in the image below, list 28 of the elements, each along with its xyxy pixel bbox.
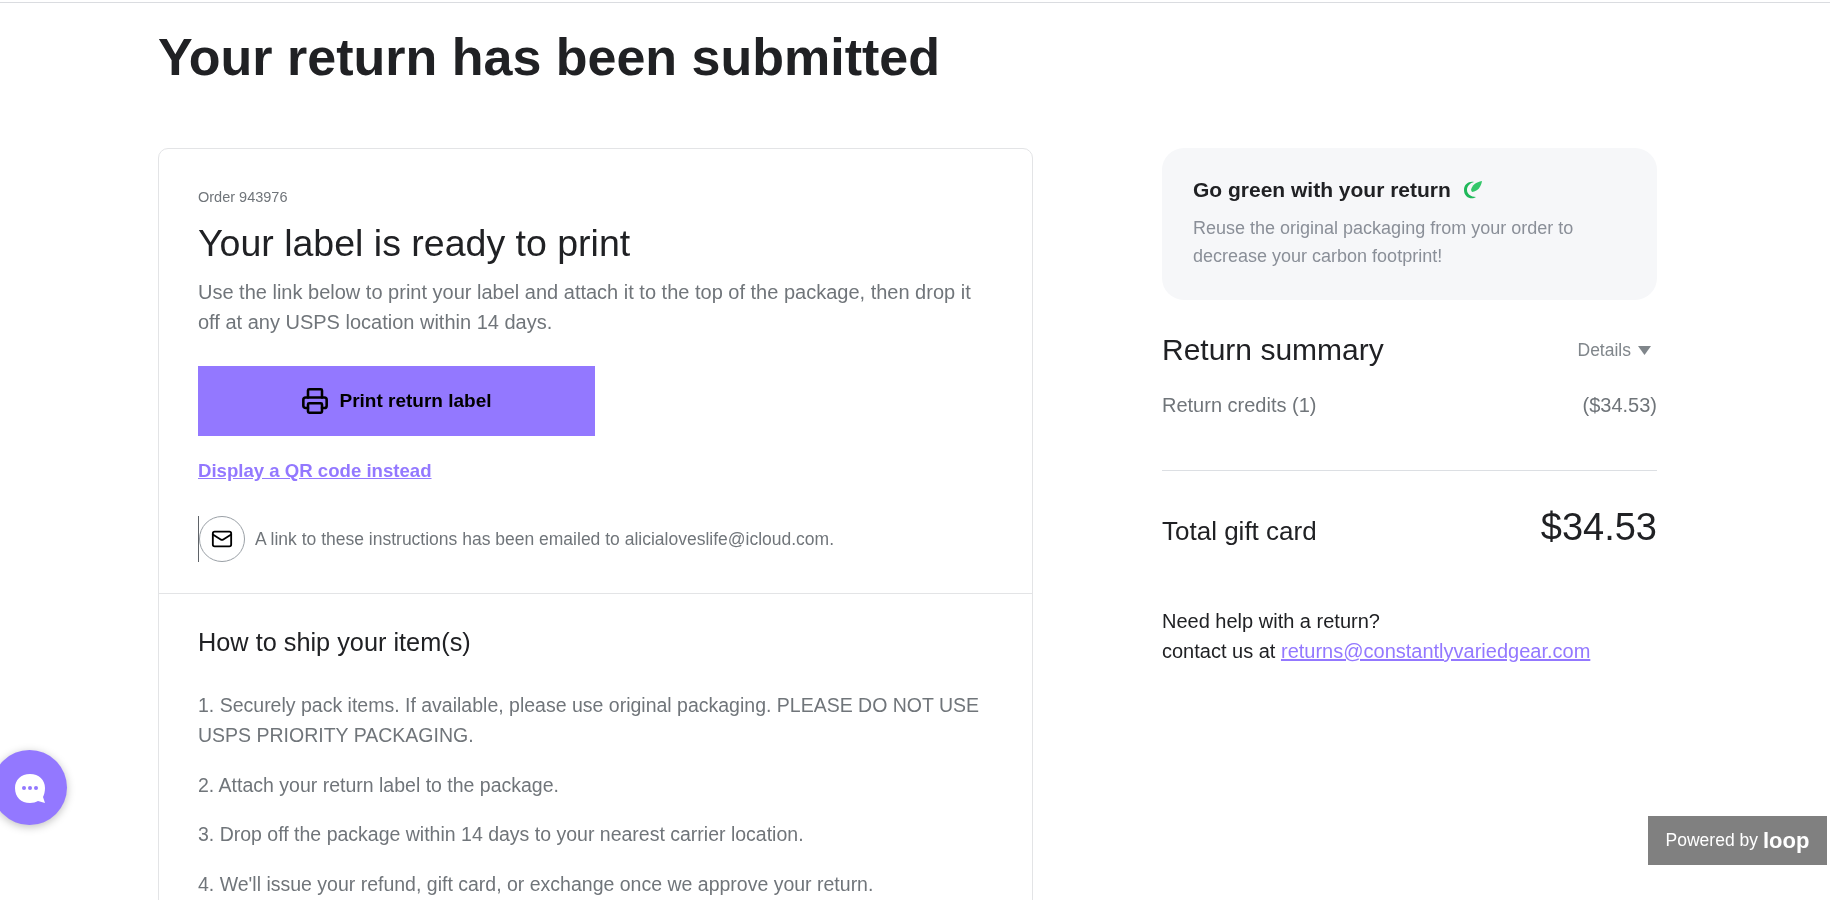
summary-line-amount: ($34.53) xyxy=(1582,393,1657,418)
total-label: Total gift card xyxy=(1162,515,1317,547)
eco-tip-title: Go green with your return xyxy=(1193,177,1451,203)
chat-bubble-icon xyxy=(12,771,47,804)
page-title: Your return has been submitted xyxy=(158,27,941,88)
qr-code-link[interactable]: Display a QR code instead xyxy=(198,459,432,483)
order-number: Order 943976 xyxy=(198,188,288,207)
details-button[interactable]: Details xyxy=(1577,338,1651,362)
chat-button[interactable] xyxy=(0,750,67,825)
email-notice: A link to these instructions has been emailed to alicialoveslife@icloud.com. xyxy=(255,528,835,551)
instructions-text: Use the link below to print your label and attach it to the top of the package, then drop it off at any USPS location within 14 days. xyxy=(198,280,972,335)
powered-by-badge[interactable]: Powered by loop xyxy=(1648,816,1827,865)
summary-line-label: Return credits (1) xyxy=(1162,393,1317,418)
support-email-link[interactable]: returns@constantlyvariedgear.com xyxy=(1280,640,1591,662)
help-contact-text: contact us at returns@constantlyvariedgear.com xyxy=(1162,639,1591,664)
shipping-step: 3. Drop off the package within 14 days to your nearest carrier location. xyxy=(198,819,993,849)
label-heading: Your label is ready to print xyxy=(198,221,631,266)
caret-icon xyxy=(1638,345,1651,355)
shipping-step: 2. Attach your return label to the package. xyxy=(198,769,993,800)
help-question: Need help with a return? xyxy=(1162,609,1380,634)
printer-icon xyxy=(301,387,330,415)
shipping-heading: How to ship your item(s) xyxy=(198,627,471,658)
shipping-step: 1. Securely pack items. If available, please use original packaging. PLEASE DO NOT USE USPS PRIORITY PACKAGING. xyxy=(198,690,993,750)
summary-heading: Return summary xyxy=(1162,332,1384,368)
shipping-step: 4. We'll issue your refund, gift card, or exchange once we approve your return. xyxy=(198,868,993,899)
print-label-button[interactable]: Print return label xyxy=(198,366,595,436)
total-amount: $34.53 xyxy=(1540,505,1657,550)
eco-tip-text: Reuse the original packaging from your order to decrease your carbon footprint! xyxy=(1193,217,1575,268)
